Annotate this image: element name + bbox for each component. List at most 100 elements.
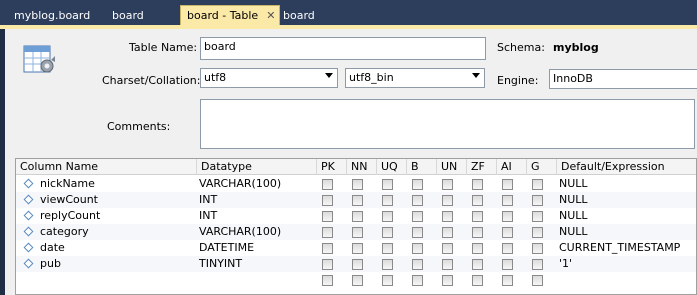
- flag-checkbox[interactable]: [532, 195, 543, 206]
- tab-board-table[interactable]: board - Table ✕: [180, 5, 281, 27]
- comments-textarea[interactable]: [200, 99, 695, 149]
- flag-checkbox[interactable]: [352, 195, 363, 206]
- flag-checkbox[interactable]: [442, 275, 453, 286]
- column-name-cell[interactable]: pub: [40, 256, 61, 272]
- charset-select[interactable]: utf8: [200, 68, 338, 88]
- header-datatype[interactable]: Datatype: [197, 159, 317, 175]
- default-cell[interactable]: NULL: [559, 208, 588, 224]
- flag-checkbox[interactable]: [472, 195, 483, 206]
- table-name-input[interactable]: board: [200, 37, 486, 60]
- table-row[interactable]: pub TINYINT '1': [16, 256, 696, 272]
- default-cell[interactable]: NULL: [559, 192, 588, 208]
- engine-select[interactable]: InnoDB: [549, 69, 697, 89]
- flag-checkbox[interactable]: [472, 211, 483, 222]
- flag-checkbox[interactable]: [502, 227, 513, 238]
- datatype-cell[interactable]: VARCHAR(100): [199, 176, 281, 192]
- flag-checkbox[interactable]: [412, 211, 423, 222]
- header-un[interactable]: UN: [437, 159, 467, 175]
- datatype-cell[interactable]: TINYINT: [199, 256, 242, 272]
- flag-checkbox[interactable]: [412, 227, 423, 238]
- table-row[interactable]: replyCount INT NULL: [16, 208, 696, 224]
- header-uq[interactable]: UQ: [377, 159, 407, 175]
- flag-checkbox[interactable]: [322, 211, 333, 222]
- flag-checkbox[interactable]: [412, 259, 423, 270]
- flag-checkbox[interactable]: [532, 243, 543, 254]
- flag-checkbox[interactable]: [442, 211, 453, 222]
- flag-checkbox[interactable]: [442, 243, 453, 254]
- flag-checkbox[interactable]: [352, 275, 363, 286]
- default-cell[interactable]: NULL: [559, 176, 588, 192]
- table-row[interactable]: date DATETIME CURRENT_TIMESTAMP: [16, 240, 696, 256]
- flag-checkbox[interactable]: [322, 243, 333, 254]
- flag-checkbox[interactable]: [412, 179, 423, 190]
- header-nn[interactable]: NN: [347, 159, 377, 175]
- flag-checkbox[interactable]: [502, 275, 513, 286]
- flag-checkbox[interactable]: [322, 275, 333, 286]
- column-name-cell[interactable]: replyCount: [40, 208, 100, 224]
- default-cell[interactable]: NULL: [559, 224, 588, 240]
- flag-checkbox[interactable]: [382, 227, 393, 238]
- flag-checkbox[interactable]: [352, 243, 363, 254]
- column-name-cell[interactable]: date: [40, 240, 65, 256]
- default-cell[interactable]: CURRENT_TIMESTAMP: [559, 240, 680, 256]
- header-ai[interactable]: AI: [497, 159, 527, 175]
- close-icon[interactable]: ✕: [266, 6, 275, 26]
- column-name-cell[interactable]: viewCount: [40, 192, 98, 208]
- flag-checkbox[interactable]: [322, 259, 333, 270]
- flag-checkbox[interactable]: [442, 259, 453, 270]
- header-default[interactable]: Default/Expression: [557, 159, 696, 175]
- flag-checkbox[interactable]: [472, 275, 483, 286]
- flag-checkbox[interactable]: [382, 259, 393, 270]
- flag-checkbox[interactable]: [532, 275, 543, 286]
- header-b[interactable]: B: [407, 159, 437, 175]
- column-name-cell[interactable]: category: [40, 224, 89, 240]
- flag-checkbox[interactable]: [442, 195, 453, 206]
- header-zf[interactable]: ZF: [467, 159, 497, 175]
- flag-checkbox[interactable]: [322, 227, 333, 238]
- flag-checkbox[interactable]: [382, 243, 393, 254]
- flag-checkbox[interactable]: [502, 259, 513, 270]
- flag-checkbox[interactable]: [412, 275, 423, 286]
- flag-checkbox[interactable]: [502, 211, 513, 222]
- table-row[interactable]: category VARCHAR(100) NULL: [16, 224, 696, 240]
- header-g[interactable]: G: [527, 159, 557, 175]
- column-name-cell[interactable]: nickName: [40, 176, 95, 192]
- datatype-cell[interactable]: DATETIME: [199, 240, 254, 256]
- flag-checkbox[interactable]: [502, 195, 513, 206]
- flag-checkbox[interactable]: [322, 195, 333, 206]
- flag-checkbox[interactable]: [532, 179, 543, 190]
- tab-board-2[interactable]: board: [277, 6, 321, 26]
- flag-checkbox[interactable]: [382, 275, 393, 286]
- flag-checkbox[interactable]: [382, 179, 393, 190]
- flag-checkbox[interactable]: [442, 179, 453, 190]
- flag-checkbox[interactable]: [412, 243, 423, 254]
- datatype-cell[interactable]: INT: [199, 208, 217, 224]
- header-pk[interactable]: PK: [317, 159, 347, 175]
- flag-checkbox[interactable]: [502, 243, 513, 254]
- table-row[interactable]: [16, 272, 696, 288]
- tab-myblog-board[interactable]: myblog.board: [8, 6, 96, 26]
- default-cell[interactable]: '1': [559, 256, 572, 272]
- flag-checkbox[interactable]: [472, 179, 483, 190]
- datatype-cell[interactable]: VARCHAR(100): [199, 224, 281, 240]
- flag-checkbox[interactable]: [532, 227, 543, 238]
- table-row[interactable]: nickName VARCHAR(100) NULL: [16, 176, 696, 192]
- flag-checkbox[interactable]: [442, 227, 453, 238]
- flag-checkbox[interactable]: [532, 259, 543, 270]
- datatype-cell[interactable]: INT: [199, 192, 217, 208]
- flag-checkbox[interactable]: [532, 211, 543, 222]
- flag-checkbox[interactable]: [352, 211, 363, 222]
- table-row[interactable]: viewCount INT NULL: [16, 192, 696, 208]
- collation-select[interactable]: utf8_bin: [345, 68, 485, 88]
- flag-checkbox[interactable]: [352, 227, 363, 238]
- flag-checkbox[interactable]: [502, 179, 513, 190]
- flag-checkbox[interactable]: [352, 179, 363, 190]
- flag-checkbox[interactable]: [352, 259, 363, 270]
- flag-checkbox[interactable]: [412, 195, 423, 206]
- flag-checkbox[interactable]: [382, 195, 393, 206]
- header-column-name[interactable]: Column Name: [16, 159, 197, 175]
- flag-checkbox[interactable]: [382, 211, 393, 222]
- flag-checkbox[interactable]: [472, 243, 483, 254]
- flag-checkbox[interactable]: [472, 227, 483, 238]
- tab-board-1[interactable]: board: [106, 6, 150, 26]
